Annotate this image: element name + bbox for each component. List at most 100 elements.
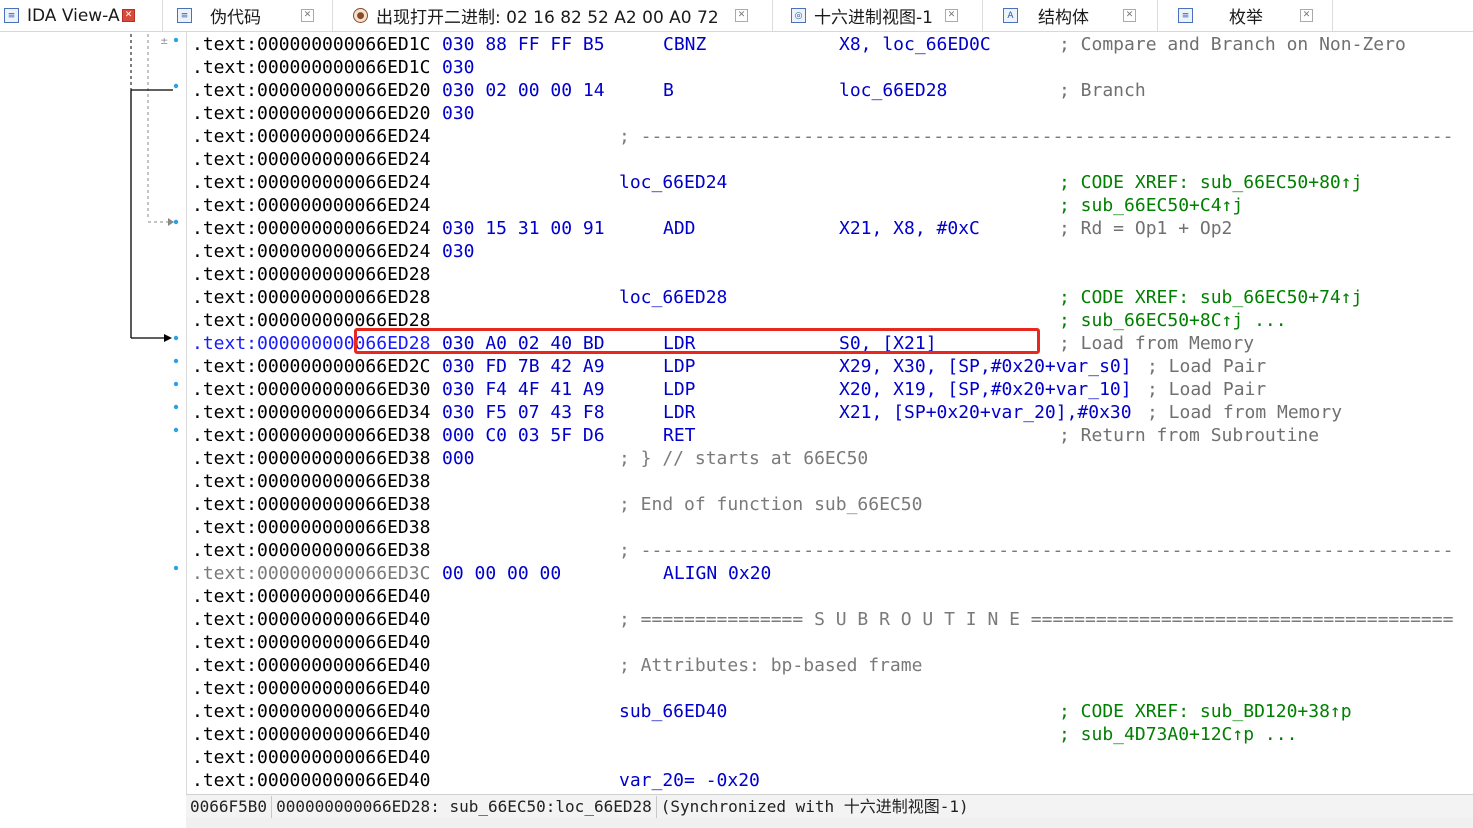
tab-label: IDA View-A [27, 5, 120, 26]
line-address: .text:000000000066ED40 [192, 678, 431, 699]
listing-line[interactable]: .text:000000000066ED40 var_20= -0x20 [192, 769, 1473, 792]
line-label: loc_66ED28 [619, 287, 728, 308]
listing-line[interactable]: .text:000000000066ED40 ; Attributes: bp-b… [192, 654, 1473, 677]
line-address: .text:000000000066ED24 [192, 195, 431, 216]
listing-line[interactable]: .text:000000000066ED24 ; ----------------… [192, 125, 1473, 148]
tab-label: 十六进制视图-1 [814, 8, 933, 28]
line-address: .text:000000000066ED24 [192, 126, 431, 147]
listing-line[interactable]: .text:000000000066ED24 ; sub_66EC50+C4↑j [192, 194, 1473, 217]
listing-line[interactable]: .text:000000000066ED3C 00 00 00 00 ALIGN 0… [192, 562, 1473, 585]
close-icon[interactable]: ✕ [301, 9, 314, 22]
line-directive-comment: ; } // starts at 66EC50 [619, 448, 869, 469]
close-icon[interactable]: ✕ [945, 9, 958, 22]
listing-line[interactable]: .text:000000000066ED24 030 15 31 00 91 ADD… [192, 217, 1473, 240]
listing-line[interactable]: .text:000000000066ED24 loc_66ED24 ; CODE X… [192, 171, 1473, 194]
listing-line[interactable]: .text:000000000066ED2C 030 FD 7B 42 A9 LDP… [192, 355, 1473, 378]
line-address: .text:000000000066ED24 [192, 149, 431, 170]
line-address: .text:000000000066ED38 [192, 471, 431, 492]
tab-enums[interactable]: ≡ 枚举 ✕ [1158, 0, 1333, 31]
line-address: .text:000000000066ED40 [192, 632, 431, 653]
listing-line[interactable]: .text:000000000066ED40 sub_66ED40 ; CODE X… [192, 700, 1473, 723]
status-location: 000000000066ED28: sub_66EC50:loc_66ED28 [272, 796, 657, 818]
listing-line[interactable]: .text:000000000066ED20 030 [192, 102, 1473, 125]
close-icon[interactable]: ✕ [735, 9, 748, 22]
close-icon[interactable]: ✕ [1300, 9, 1313, 22]
tab-pseudocode[interactable]: ≡ 伪代码 ✕ [163, 0, 333, 31]
search-result-icon: ● [353, 8, 368, 23]
listing-line[interactable]: .text:000000000066ED1C 030 [192, 56, 1473, 79]
listing-line[interactable]: .text:000000000066ED40 [192, 746, 1473, 769]
line-comment: ; Return from Subroutine [1059, 425, 1320, 446]
line-address: .text:000000000066ED30 [192, 379, 431, 400]
listing-line[interactable]: .text:000000000066ED38 ; ----------------… [192, 539, 1473, 562]
close-icon[interactable]: ✕ [122, 9, 135, 22]
line-address: .text:000000000066ED24 [192, 218, 431, 239]
line-operands: X21, X8, #0xC [839, 218, 980, 239]
line-mnemonic: ADD [663, 218, 696, 239]
tab-label: 结构体 [1038, 8, 1089, 28]
listing-line[interactable]: .text:000000000066ED38 [192, 470, 1473, 493]
listing-line[interactable]: .text:000000000066ED30 030 F4 4F 41 A9 LDP… [192, 378, 1473, 401]
line-bytes: 030 F5 07 43 F8 [442, 402, 605, 423]
line-address: .text:000000000066ED38 [192, 425, 431, 446]
line-mnemonic: B [663, 80, 674, 101]
line-address: .text:000000000066ED40 [192, 770, 431, 791]
line-bytes: 030 15 31 00 91 [442, 218, 605, 239]
line-mnemonic: LDP [663, 356, 696, 377]
listing-line[interactable]: .text:000000000066ED38 000 ; } // starts a… [192, 447, 1473, 470]
listing-line[interactable]: .text:000000000066ED28 [192, 263, 1473, 286]
listing-line[interactable]: .text:000000000066ED38 ; End of function … [192, 493, 1473, 516]
line-xref-comment: ; sub_66EC50+C4↑j [1059, 195, 1244, 216]
listing-line[interactable]: .text:000000000066ED34 030 F5 07 43 F8 LDR… [192, 401, 1473, 424]
line-label: sub_66ED40 [619, 701, 728, 722]
line-address: .text:000000000066ED40 [192, 747, 431, 768]
listing-line[interactable]: .text:000000000066ED28 030 A0 02 40 BD LDR… [192, 332, 1473, 355]
line-comment: ; Compare and Branch on Non-Zero [1059, 34, 1406, 55]
listing-line[interactable]: .text:000000000066ED40 [192, 585, 1473, 608]
listing-line[interactable]: .text:000000000066ED20 030 02 00 00 14 Blo… [192, 79, 1473, 102]
listing-line[interactable]: .text:000000000066ED40 ; sub_4D73A0+12C↑p… [192, 723, 1473, 746]
line-comment: ; Rd = Op1 + Op2 [1059, 218, 1233, 239]
line-address: .text:000000000066ED38 [192, 448, 431, 469]
tab-label: 伪代码 [210, 8, 261, 28]
enums-icon: ≡ [1178, 8, 1193, 23]
line-address: .text:000000000066ED40 [192, 701, 431, 722]
horizontal-scrollbar[interactable] [186, 818, 1473, 828]
close-icon[interactable]: ✕ [1123, 9, 1136, 22]
line-xref-comment: ; CODE XREF: sub_BD120+38↑p [1059, 701, 1352, 722]
tab-ida-view-a[interactable]: ≡ IDA View-A ✕ [0, 0, 163, 31]
line-xref-comment: ; sub_4D73A0+12C↑p ... [1059, 724, 1298, 745]
line-bytes: 030 F4 4F 41 A9 [442, 379, 605, 400]
listing-line[interactable]: .text:000000000066ED40 [192, 677, 1473, 700]
listing-line[interactable]: .text:000000000066ED1C 030 88 FF FF B5 CBN… [192, 33, 1473, 56]
line-comment: ; Load Pair [1147, 379, 1267, 400]
disassembly-listing[interactable]: .text:000000000066ED1C 030 88 FF FF B5 CBN… [192, 32, 1473, 794]
listing-line[interactable]: .text:000000000066ED40 [192, 631, 1473, 654]
arrow-gutter: ± [0, 32, 187, 822]
tab-hex-view[interactable]: ◎ 十六进制视图-1 ✕ [773, 0, 983, 31]
line-address: .text:000000000066ED40 [192, 655, 431, 676]
tab-search-result[interactable]: ● 出现打开二进制: 02 16 82 52 A2 00 A0 72 ✕ [333, 0, 773, 31]
line-address: .text:000000000066ED28 [192, 310, 431, 331]
listing-line[interactable]: .text:000000000066ED38 [192, 516, 1473, 539]
listing-line[interactable]: .text:000000000066ED24 [192, 148, 1473, 171]
listing-line[interactable]: .text:000000000066ED28 ; sub_66EC50+8C↑j … [192, 309, 1473, 332]
pseudocode-icon: ≡ [177, 8, 192, 23]
line-mnemonic: RET [663, 425, 696, 446]
listing-line[interactable]: .text:000000000066ED38 000 C0 03 5F D6 RET… [192, 424, 1473, 447]
listing-line[interactable]: .text:000000000066ED28 loc_66ED28 ; CODE X… [192, 286, 1473, 309]
line-bytes: 030 A0 02 40 BD [442, 333, 605, 354]
line-comment: ; Load Pair [1147, 356, 1267, 377]
line-address: .text:000000000066ED28 [192, 264, 431, 285]
line-address: .text:000000000066ED24 [192, 172, 431, 193]
branch-arrows: ± [130, 34, 179, 571]
listing-line[interactable]: .text:000000000066ED24 030 [192, 240, 1473, 263]
listing-line[interactable]: .text:000000000066ED40 ; =============== … [192, 608, 1473, 631]
hex-view-icon: ◎ [791, 8, 806, 23]
line-directive-comment: ; =============== S U B R O U T I N E ==… [619, 609, 1454, 630]
line-operands: X29, X30, [SP,#0x20+var_s0] [839, 356, 1132, 377]
tab-structures[interactable]: A 结构体 ✕ [983, 0, 1158, 31]
line-bytes: 00 00 00 00 [442, 563, 562, 584]
tab-bar: ≡ IDA View-A ✕ ≡ 伪代码 ✕ ● 出现打开二进制: 02 16 … [0, 0, 1473, 32]
line-mnemonic: ALIGN 0x20 [663, 563, 772, 584]
